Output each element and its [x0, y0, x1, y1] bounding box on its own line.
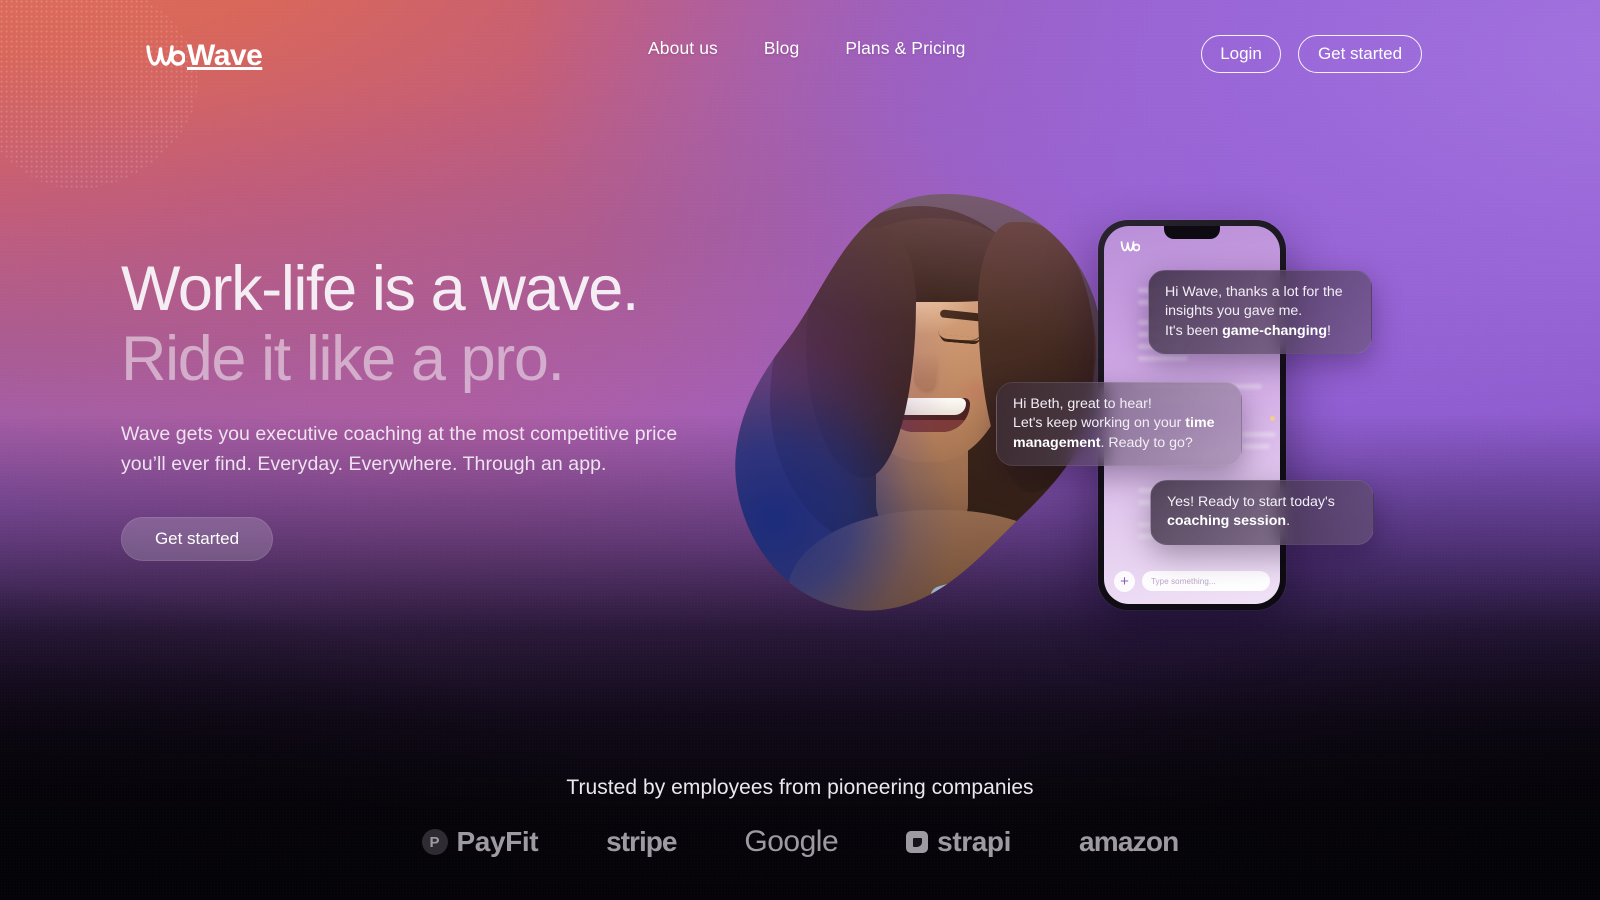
chat-bubble-2-line-1: Hi Beth, great to hear!	[1013, 396, 1152, 412]
chat-bubble-2-line-2: Let's keep working on your time	[1013, 415, 1215, 432]
company-logo-stripe-label: stripe	[606, 826, 677, 857]
phone-message-input[interactable]: Type something...	[1142, 571, 1270, 591]
brand-logo[interactable]: Wave	[145, 39, 263, 72]
company-logo-payfit: P PayFit	[421, 826, 539, 857]
chat-bubble-1-line-1: Hi Wave, thanks a lot for the	[1165, 284, 1343, 300]
chat-bubble-1: Hi Wave, thanks a lot for the insights y…	[1148, 270, 1372, 355]
phone-notch	[1164, 226, 1220, 239]
company-logo-stripe: stripe	[606, 826, 677, 857]
phone-wave-w-mark-icon	[1120, 241, 1140, 252]
company-logos-row: P PayFit stripe Google strapi amazon	[421, 826, 1179, 857]
company-logo-amazon: amazon	[1079, 826, 1179, 857]
company-logo-amazon-label: amazon	[1079, 826, 1179, 857]
attachment-plus-icon[interactable]: +	[1114, 570, 1135, 592]
strapi-badge-icon	[906, 831, 929, 853]
hero-subheading: Wave gets you executive coaching at the …	[121, 422, 678, 476]
nav-link-blog[interactable]: Blog	[764, 38, 799, 59]
chat-bubble-1-line-2: insights you gave me.	[1165, 303, 1303, 320]
payfit-badge-icon: P	[421, 829, 448, 855]
chat-bubble-1-line-3: It's been game-changing!	[1165, 322, 1331, 339]
company-logo-google-label: Google	[744, 825, 839, 858]
nav-actions: Login Get started	[1201, 35, 1422, 73]
nav-links: About us Blog Plans & Pricing	[648, 38, 966, 59]
hero-headline-line-2: Ride it like a pro.	[121, 323, 565, 394]
trusted-by-section: Trusted by employees from pioneering com…	[0, 770, 1600, 900]
hero-headline: Work-life is a wave. Ride it like a pro.	[121, 254, 761, 395]
phone-message-input-placeholder: Type something...	[1151, 576, 1216, 586]
chat-bubble-2: Hi Beth, great to hear! Let's keep worki…	[996, 382, 1242, 467]
hero-headline-line-1: Work-life is a wave.	[121, 254, 639, 324]
company-logo-strapi: strapi	[906, 828, 1011, 856]
hero-get-started-button[interactable]: Get started	[121, 517, 273, 562]
get-started-nav-button[interactable]: Get started	[1298, 35, 1422, 73]
brand-name: Wave	[187, 39, 263, 72]
nav-link-about-us[interactable]: About us	[648, 38, 718, 59]
nav-link-plans-pricing[interactable]: Plans & Pricing	[845, 38, 965, 59]
wave-w-mark-icon	[146, 45, 185, 66]
top-navigation-bar: Wave About us Blog Plans & Pricing Login…	[0, 0, 1600, 108]
company-logo-strapi-label: strapi	[937, 826, 1012, 857]
chat-bubble-3-line-2: coaching session.	[1167, 513, 1291, 530]
hero-visual: + Type something... Hi Wave, thanks a lo…	[700, 170, 1420, 640]
company-logo-google: Google	[744, 827, 838, 857]
chat-bubble-2-line-3: management. Ready to go?	[1013, 434, 1193, 451]
company-logo-payfit-label: PayFit	[456, 826, 539, 857]
chat-bubble-3: Yes! Ready to start today's coaching ses…	[1150, 480, 1374, 545]
phone-message-input-bar: + Type something...	[1114, 570, 1270, 592]
chat-bubble-3-line-1: Yes! Ready to start today's	[1167, 494, 1335, 510]
trusted-by-title: Trusted by employees from pioneering com…	[566, 776, 1034, 799]
hero-text-block: Work-life is a wave. Ride it like a pro.…	[121, 254, 761, 562]
login-button[interactable]: Login	[1201, 35, 1281, 73]
